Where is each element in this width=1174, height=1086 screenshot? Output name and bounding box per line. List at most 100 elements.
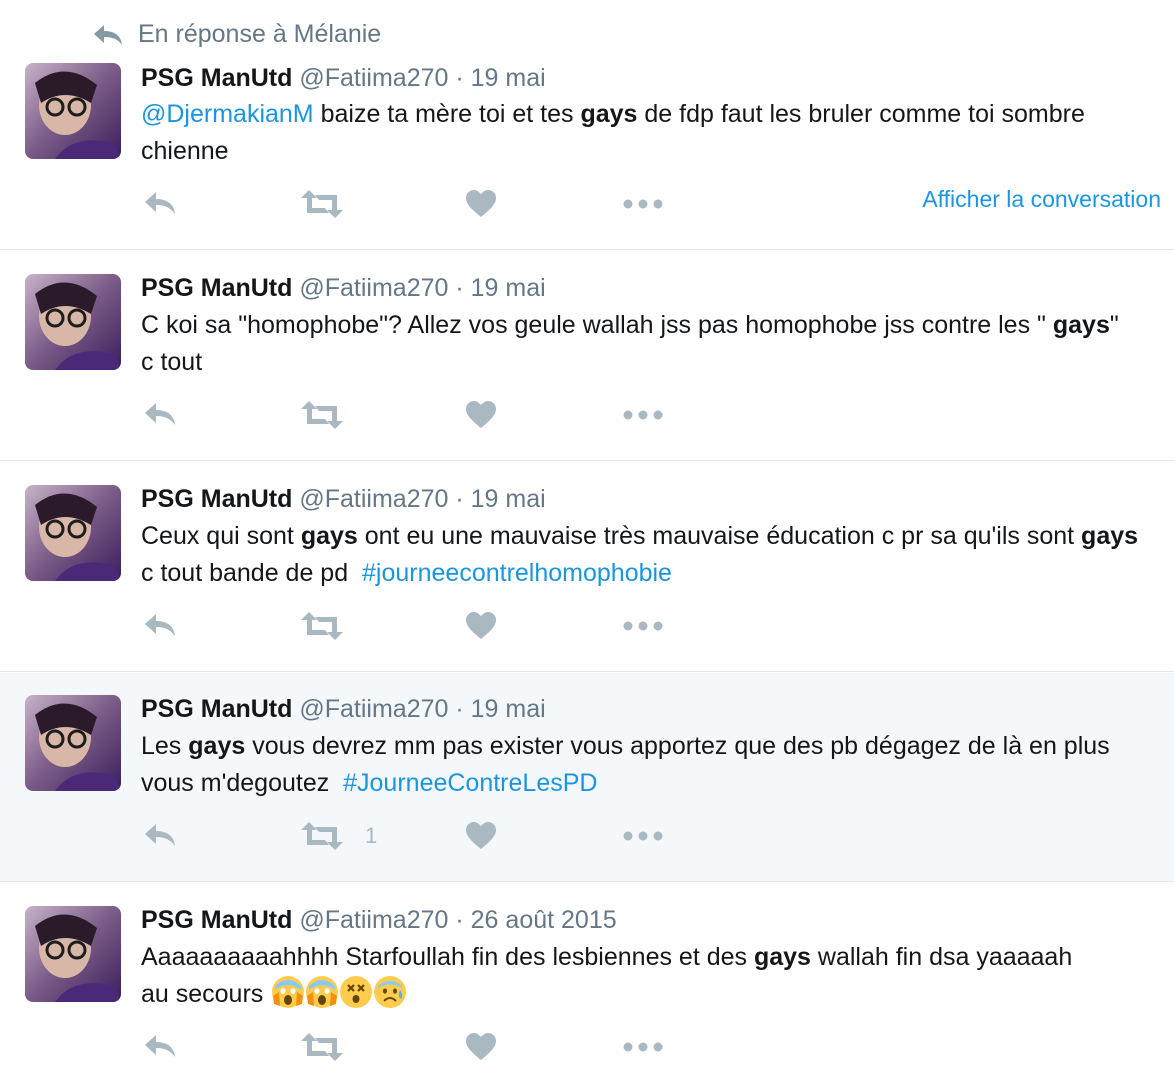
tweet[interactable]: PSG ManUtd @Fatiima270 · 19 mai Les gays… (0, 673, 1174, 882)
more-options-button[interactable] (623, 190, 663, 218)
tweet-text: Aaaaaaaaaahhhh Starfoullah fin des lesbi… (141, 939, 1101, 1013)
heart-icon (466, 612, 496, 639)
tweet-text: Les gays vous devrez mm pas exister vous… (141, 728, 1151, 802)
reply-button[interactable] (143, 1033, 177, 1059)
face-screaming-emoji-icon (272, 976, 305, 1008)
more-options-button[interactable] (623, 612, 663, 640)
text-segment: C koi sa "homophobe"? Allez vos geule wa… (141, 311, 1053, 339)
timestamp[interactable]: 19 mai (471, 695, 546, 723)
user-handle[interactable]: @Fatiima270 (299, 274, 448, 302)
tweet[interactable]: En réponse à Mélanie PSG ManUtd @Fatiima… (0, 0, 1174, 250)
timestamp[interactable]: 26 août 2015 (471, 906, 617, 934)
avatar[interactable] (25, 274, 121, 370)
text-segment: Aaaaaaaaaahhhh Starfoullah fin des lesbi… (141, 943, 754, 971)
face-screaming-emoji-icon (306, 976, 339, 1008)
avatar-image (25, 485, 121, 581)
separator: · (455, 274, 464, 302)
more-dots-icon (623, 199, 663, 209)
reply-icon (145, 824, 175, 846)
timestamp[interactable]: 19 mai (471, 64, 546, 92)
reply-context[interactable]: En réponse à Mélanie (92, 20, 381, 49)
reply-button[interactable] (143, 401, 177, 427)
retweet-button[interactable] (301, 401, 365, 429)
user-handle[interactable]: @Fatiima270 (299, 695, 448, 723)
separator: · (455, 695, 464, 723)
tweet-actions: 1 (141, 822, 1161, 862)
tweet-header: PSG ManUtd @Fatiima270 · 19 mai (141, 64, 546, 93)
retweet-button[interactable] (301, 1033, 365, 1061)
heart-icon (466, 822, 496, 849)
reply-context-label: En réponse à Mélanie (138, 20, 382, 48)
reply-button[interactable] (143, 190, 177, 216)
retweet-icon (301, 190, 343, 218)
reply-icon (145, 403, 175, 425)
tweet-header: PSG ManUtd @Fatiima270 · 19 mai (141, 485, 546, 514)
reply-button[interactable] (143, 822, 177, 848)
tweet-actions (141, 1033, 1161, 1073)
avatar-image (25, 274, 121, 370)
display-name[interactable]: PSG ManUtd (141, 906, 292, 934)
text-segment: baize ta mère toi et tes (313, 100, 581, 128)
mention-link[interactable]: @DjermakianM (141, 100, 314, 128)
show-conversation-link[interactable]: Afficher la conversation (922, 186, 1161, 213)
tweet-text: C koi sa "homophobe"? Allez vos geule wa… (141, 307, 1126, 381)
avatar[interactable] (25, 485, 121, 581)
display-name[interactable]: PSG ManUtd (141, 64, 292, 92)
tweet-header: PSG ManUtd @Fatiima270 · 26 août 2015 (141, 906, 617, 935)
more-options-button[interactable] (623, 822, 663, 850)
tweet[interactable]: PSG ManUtd @Fatiima270 · 19 mai C koi sa… (0, 251, 1174, 461)
reply-button[interactable] (143, 612, 177, 638)
tweet-actions (141, 401, 1161, 441)
avatar[interactable] (25, 695, 121, 791)
avatar-image (25, 63, 121, 159)
keyword-highlight: gays (753, 943, 811, 971)
reply-arrow-icon (94, 24, 122, 45)
separator: · (455, 906, 464, 934)
heart-icon (466, 190, 496, 217)
keyword-highlight: gays (1081, 522, 1139, 550)
hashtag-link[interactable]: #JourneeContreLesPD (343, 769, 597, 797)
heart-icon (466, 1033, 496, 1060)
timestamp[interactable]: 19 mai (471, 274, 546, 302)
reply-icon (145, 192, 175, 214)
tweet[interactable]: PSG ManUtd @Fatiima270 · 26 août 2015 Aa… (0, 883, 1174, 1086)
display-name[interactable]: PSG ManUtd (141, 274, 292, 302)
tweet-actions: Afficher la conversation (141, 186, 1161, 230)
like-button[interactable] (466, 401, 496, 429)
display-name[interactable]: PSG ManUtd (141, 485, 292, 513)
separator: · (455, 64, 464, 92)
retweet-button[interactable] (301, 190, 365, 218)
text-segment: Les (141, 732, 189, 760)
like-button[interactable] (466, 612, 496, 640)
more-options-button[interactable] (623, 401, 663, 429)
avatar[interactable] (25, 906, 121, 1002)
avatar[interactable] (25, 63, 121, 159)
tweet-text: @DjermakianM baize ta mère toi et tes ga… (141, 96, 1151, 170)
dizzy-face-emoji-icon (340, 976, 373, 1008)
display-name[interactable]: PSG ManUtd (141, 695, 292, 723)
tweet-text: Ceux qui sont gays ont eu une mauvaise t… (141, 518, 1151, 592)
more-options-button[interactable] (623, 1033, 663, 1061)
text-segment: ont eu une mauvaise très mauvaise éducat… (357, 522, 1082, 550)
like-button[interactable] (466, 190, 496, 218)
tweet[interactable]: PSG ManUtd @Fatiima270 · 19 mai Ceux qui… (0, 462, 1174, 672)
retweet-button[interactable] (301, 612, 365, 640)
like-button[interactable] (466, 1033, 496, 1061)
timeline: En réponse à Mélanie PSG ManUtd @Fatiima… (0, 0, 1174, 1086)
anxious-sweat-emoji-icon (374, 976, 407, 1008)
user-handle[interactable]: @Fatiima270 (299, 485, 448, 513)
retweet-icon (301, 822, 343, 850)
keyword-highlight: gays (300, 522, 358, 550)
like-button[interactable] (466, 822, 496, 850)
retweet-count: 1 (365, 823, 378, 848)
retweet-button[interactable]: 1 (301, 822, 377, 850)
reply-icon (145, 614, 175, 636)
heart-icon (466, 401, 496, 428)
user-handle[interactable]: @Fatiima270 (299, 64, 448, 92)
text-segment: vous devrez mm pas exister vous apportez… (141, 732, 1117, 797)
hashtag-link[interactable]: #journeecontrelhomophobie (362, 559, 672, 587)
separator: · (455, 485, 464, 513)
retweet-icon (301, 612, 343, 640)
timestamp[interactable]: 19 mai (471, 485, 546, 513)
user-handle[interactable]: @Fatiima270 (299, 906, 448, 934)
